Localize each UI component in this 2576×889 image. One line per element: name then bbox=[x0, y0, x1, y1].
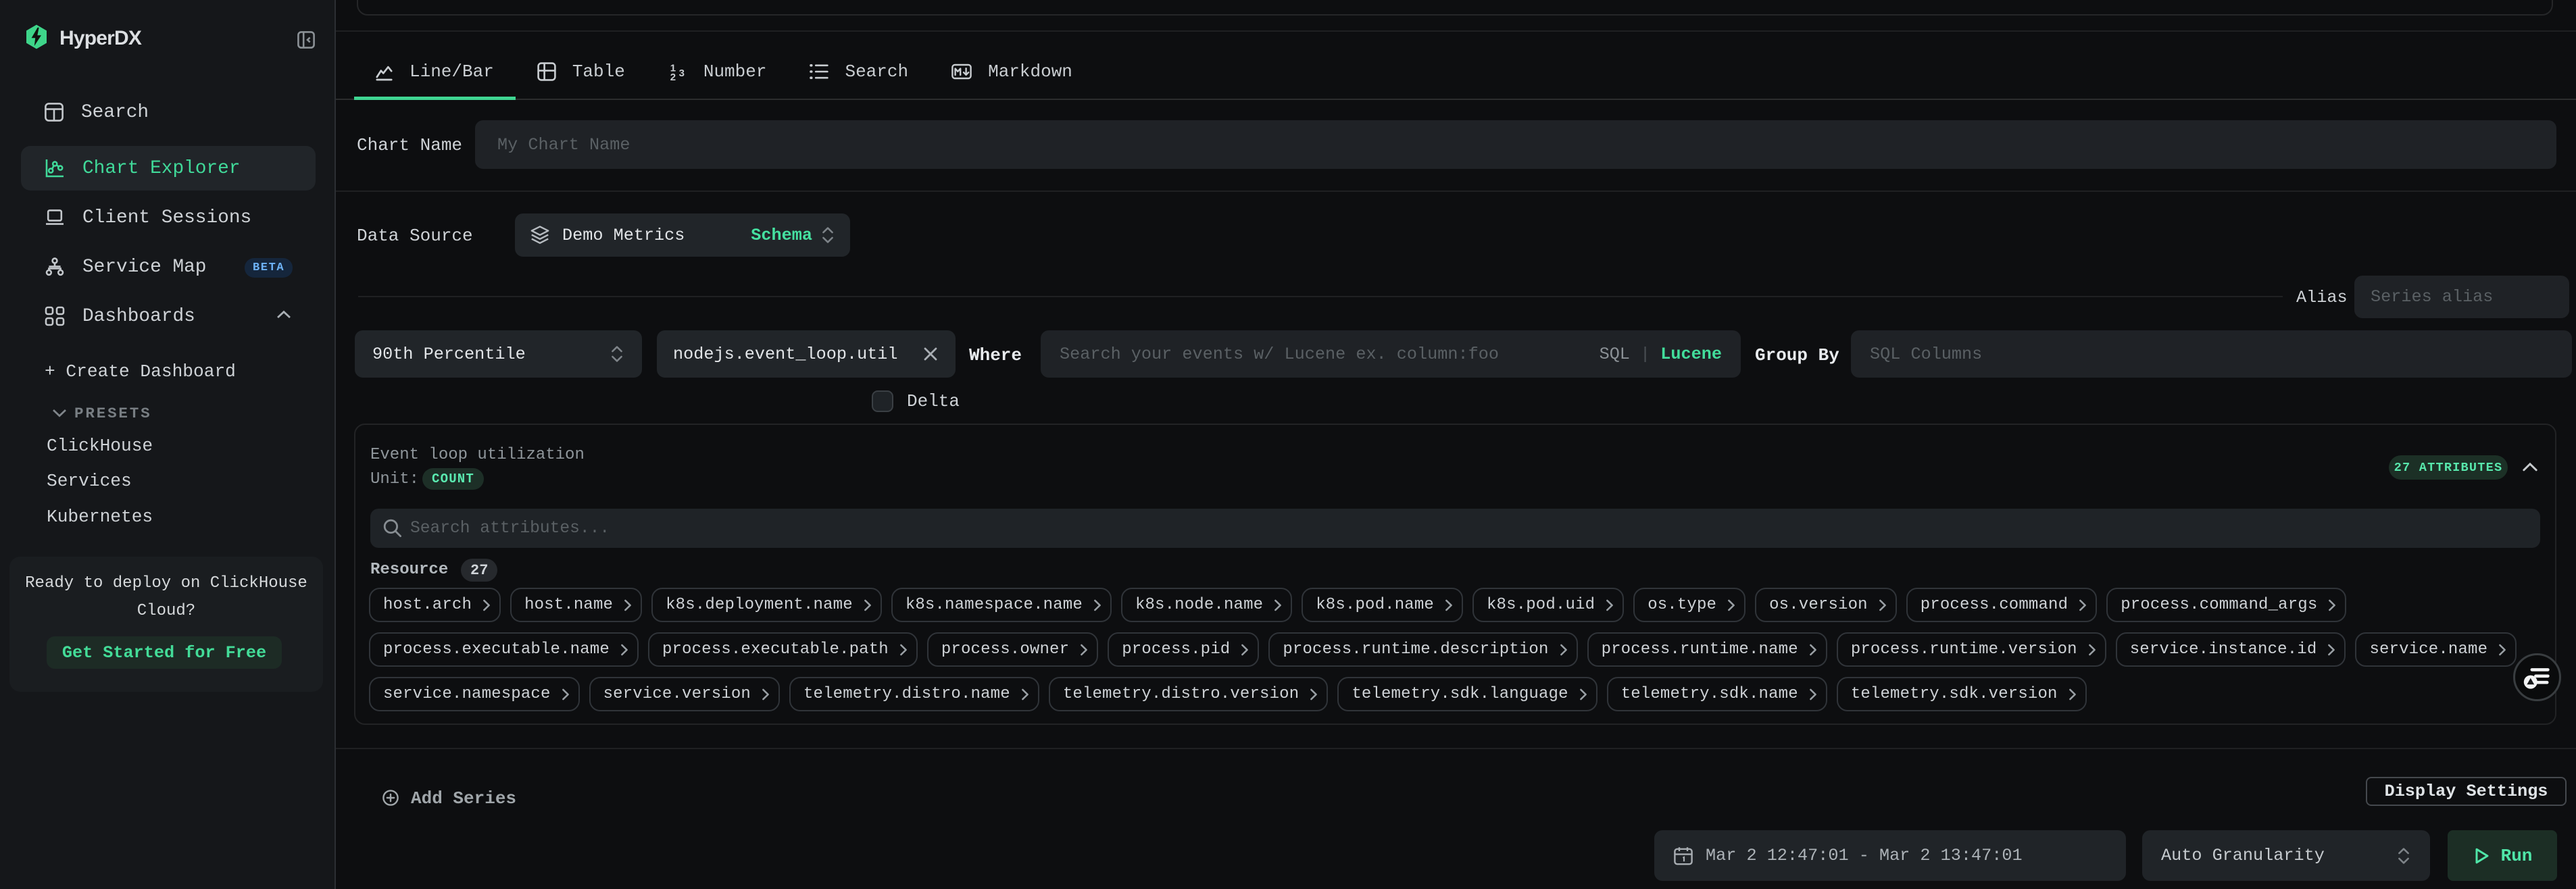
svg-text:3: 3 bbox=[678, 68, 684, 79]
svg-text:2: 2 bbox=[670, 72, 676, 81]
